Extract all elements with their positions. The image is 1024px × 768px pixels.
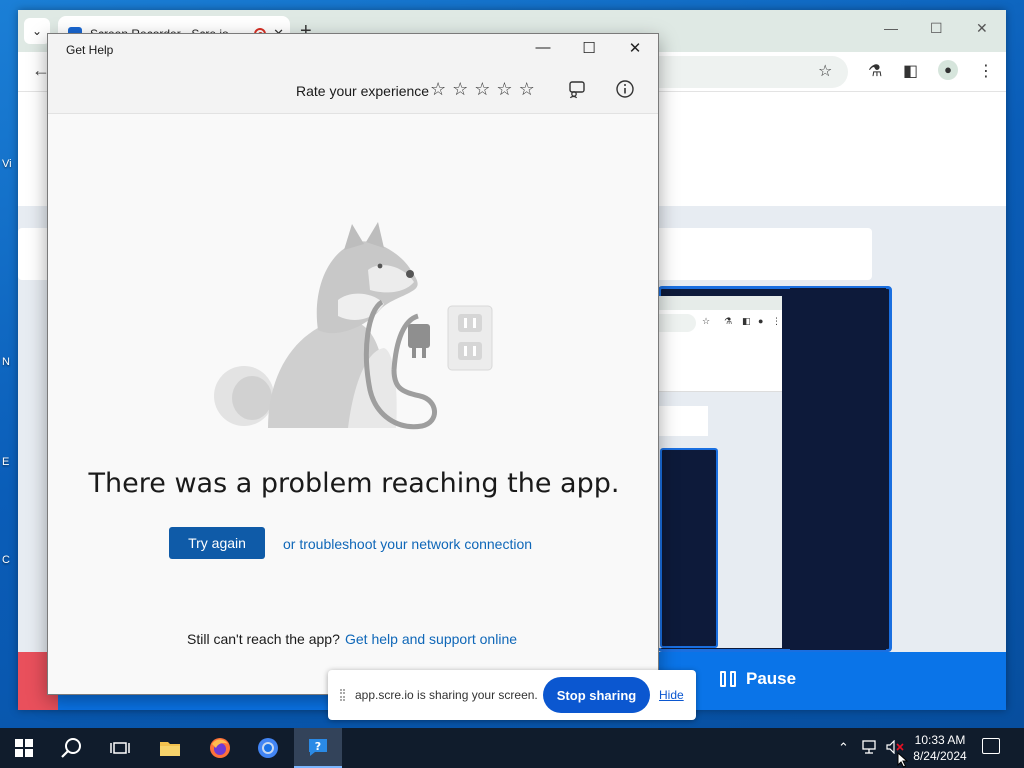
star-5-icon[interactable]: ☆	[519, 80, 535, 98]
system-clock[interactable]: 10:33 AM 8/24/2024	[904, 732, 976, 764]
error-heading: There was a problem reaching the app.	[88, 468, 620, 499]
minimize-button[interactable]: —	[528, 39, 558, 56]
still-cant-reach-text: Still can't reach the app?	[187, 631, 340, 647]
chrome-menu-icon[interactable]: ⋮	[978, 61, 994, 81]
network-icon[interactable]	[862, 740, 878, 757]
nested-header	[658, 336, 782, 392]
show-hidden-icons-chevron-icon[interactable]: ⌃	[838, 740, 849, 756]
star-rating: ☆ ☆ ☆ ☆ ☆	[430, 80, 535, 98]
star-icon: ☆	[702, 316, 711, 326]
pause-label: Pause	[746, 669, 797, 688]
close-button[interactable]: ✕	[620, 39, 650, 57]
action-center-icon[interactable]	[982, 738, 1000, 754]
star-4-icon[interactable]: ☆	[496, 80, 512, 98]
search-button[interactable]	[48, 728, 96, 768]
chrome-close-button[interactable]: ✕	[976, 20, 988, 37]
help-support-link[interactable]: Get help and support online	[345, 631, 517, 647]
profile-avatar-icon[interactable]: ●	[938, 60, 958, 80]
flask-icon: ⚗	[724, 316, 733, 326]
bookmark-star-icon[interactable]: ☆	[818, 61, 832, 81]
pause-icon	[720, 671, 736, 687]
clock-time: 10:33 AM	[914, 733, 966, 747]
desktop-icon-label[interactable]: N	[2, 356, 18, 368]
maximize-button[interactable]: ☐	[574, 39, 604, 57]
screen-sharing-bar: app.scre.io is sharing your screen. Stop…	[328, 670, 696, 720]
feedback-icon[interactable]	[566, 79, 588, 101]
info-icon[interactable]	[614, 79, 636, 101]
windows-taskbar: ? ⌃ 10:33 AM 8/24/2024	[0, 728, 1024, 768]
start-button[interactable]	[0, 728, 48, 768]
preview-dark-pane	[790, 288, 886, 650]
task-view-button[interactable]	[96, 728, 144, 768]
drag-handle-icon[interactable]	[340, 689, 345, 701]
hide-link[interactable]: Hide	[659, 688, 684, 702]
windows-logo-icon	[15, 739, 33, 757]
get-help-titlebar: Get Help — ☐ ✕	[48, 34, 658, 66]
desktop-icon-label[interactable]: C	[2, 554, 18, 566]
side-panel-icon: ◧	[742, 316, 751, 326]
pause-button[interactable]: Pause	[720, 669, 796, 689]
folder-icon	[160, 742, 180, 756]
chrome-minimize-button[interactable]: —	[884, 20, 898, 36]
firefox-icon	[210, 738, 230, 758]
nested-preview: ☆ ⚗ ◧ ● ⋮	[658, 296, 782, 648]
get-help-window: Get Help — ☐ ✕ Rate your experience ☆ ☆ …	[47, 33, 659, 695]
star-1-icon[interactable]: ☆	[430, 80, 446, 98]
search-icon	[61, 738, 81, 758]
rate-label: Rate your experience	[296, 83, 430, 99]
nested-tab-strip	[658, 296, 782, 310]
file-explorer-button[interactable]	[146, 728, 194, 768]
rating-header: Rate your experience ☆ ☆ ☆ ☆ ☆	[48, 66, 658, 114]
firefox-button[interactable]	[196, 728, 244, 768]
window-title: Get Help	[66, 43, 114, 57]
profile-icon: ●	[758, 316, 764, 326]
dog-unplugged-illustration	[214, 222, 493, 430]
nested-toolbar: ☆ ⚗ ◧ ● ⋮	[658, 310, 782, 336]
chrome-button[interactable]	[244, 728, 292, 768]
svg-text:?: ?	[315, 740, 321, 753]
star-2-icon[interactable]: ☆	[452, 80, 468, 98]
desktop-icon-label[interactable]: E	[2, 456, 18, 468]
clock-date: 8/24/2024	[913, 749, 967, 763]
get-help-icon: ?	[309, 739, 327, 756]
menu-icon: ⋮	[772, 316, 781, 326]
mouse-cursor-icon	[897, 752, 909, 768]
star-3-icon[interactable]: ☆	[474, 80, 490, 98]
nested-dark-preview	[660, 448, 718, 648]
desktop-icon-label[interactable]: Vi	[2, 158, 18, 170]
task-view-icon	[110, 742, 130, 754]
chrome-maximize-button[interactable]: ☐	[930, 20, 943, 37]
troubleshoot-link[interactable]: or troubleshoot your network connection	[283, 536, 532, 552]
side-panel-icon[interactable]: ◧	[903, 61, 918, 81]
chrome-icon	[258, 738, 278, 758]
chevron-down-icon: ⌄	[31, 24, 43, 38]
stop-sharing-button[interactable]: Stop sharing	[543, 677, 650, 713]
nested-card	[658, 406, 708, 436]
sharing-message: app.scre.io is sharing your screen.	[355, 688, 538, 702]
nested-address-bar	[658, 314, 696, 332]
try-again-button[interactable]: Try again	[169, 527, 265, 559]
labs-flask-icon[interactable]: ⚗	[868, 61, 882, 81]
get-help-taskbar-button[interactable]: ?	[294, 728, 342, 768]
